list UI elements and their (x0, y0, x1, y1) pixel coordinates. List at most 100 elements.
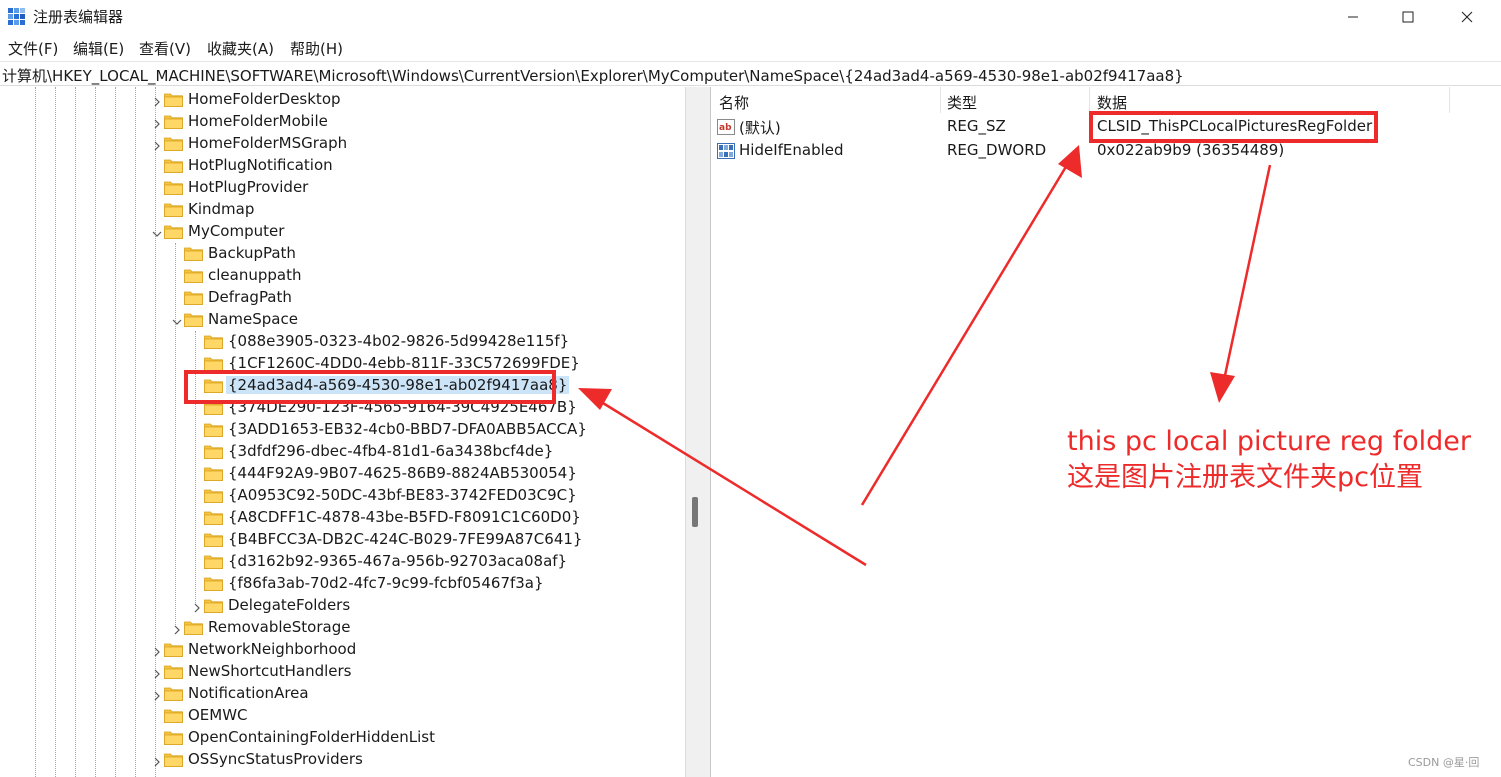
folder-icon (204, 444, 223, 459)
menu-file[interactable]: 文件(F) (8, 38, 58, 59)
tree-item-label: HotPlugNotification (188, 156, 333, 174)
value-name: HideIfEnabled (739, 141, 844, 159)
tree-item-label: RemovableStorage (208, 618, 351, 636)
tree-item-label: {3ADD1653-EB32-4cb0-BBD7-DFA0ABB5ACCA} (228, 420, 587, 438)
tree-guide-line (75, 87, 76, 777)
tree-item-label: OpenContainingFolderHiddenList (188, 728, 435, 746)
tree-guide-line (195, 331, 196, 605)
folder-icon (204, 554, 223, 569)
tree-item-label: Kindmap (188, 200, 255, 218)
annotation-line-2: 这是图片注册表文件夹pc位置 (1067, 462, 1423, 493)
folder-icon (184, 290, 203, 305)
tree-item-label: {f86fa3ab-70d2-4fc7-9c99-fcbf05467f3a} (228, 574, 544, 592)
column-divider[interactable] (1449, 87, 1450, 113)
folder-icon (184, 268, 203, 283)
tree-item-label: OSSyncStatusProviders (188, 750, 363, 768)
window-title: 注册表编辑器 (33, 8, 124, 26)
folder-icon (164, 708, 183, 723)
folder-icon (164, 730, 183, 745)
folder-icon (204, 510, 223, 525)
column-divider[interactable] (940, 87, 941, 113)
tree-item-label: {A0953C92-50DC-43bf-BE83-3742FED03C9C} (228, 486, 577, 504)
folder-icon (204, 400, 223, 415)
folder-icon (164, 686, 183, 701)
folder-icon (164, 202, 183, 217)
tree-item-label: DefragPath (208, 288, 292, 306)
title-bar: 注册表编辑器 (0, 0, 1501, 34)
registry-tree[interactable]: HomeFolderDesktop HomeFolderMobile HomeFol… (0, 87, 685, 777)
tree-item-label: {d3162b92-9365-467a-956b-92703aca08af} (228, 552, 568, 570)
tree-item-label: DelegateFolders (228, 596, 351, 614)
chevron-right-icon[interactable] (152, 688, 162, 701)
tree-item-label: {088e3905-0323-4b02-9826-5d99428e115f} (228, 332, 570, 350)
menu-bar: 文件(F) 编辑(E) 查看(V) 收藏夹(A) 帮助(H) (0, 36, 1501, 60)
annotation-note: this pc local picture reg folder 这是图片注册表… (1067, 424, 1471, 496)
tree-guide-line (95, 87, 96, 777)
value-row[interactable]: ab (默认) REG_SZ CLSID_ThisPCLocalPictures… (711, 115, 1471, 139)
menu-favorites[interactable]: 收藏夹(A) (207, 38, 274, 59)
chevron-down-icon[interactable] (152, 226, 162, 238)
folder-icon (184, 620, 203, 635)
chevron-right-icon[interactable] (172, 622, 182, 635)
chevron-right-icon[interactable] (152, 138, 162, 151)
address-path[interactable]: 计算机\HKEY_LOCAL_MACHINE\SOFTWARE\Microsof… (2, 65, 1184, 86)
string-value-icon: ab (717, 119, 735, 135)
folder-icon (204, 422, 223, 437)
folder-icon (204, 466, 223, 481)
folder-icon (164, 642, 183, 657)
menu-edit[interactable]: 编辑(E) (73, 38, 124, 59)
value-row[interactable]: HideIfEnabled REG_DWORD 0x022ab9b9 (3635… (711, 139, 1471, 163)
tree-guide-line (115, 87, 116, 777)
column-header-name[interactable]: 名称 (719, 92, 749, 113)
chevron-right-icon[interactable] (152, 666, 162, 679)
folder-icon (164, 180, 183, 195)
close-icon (1461, 11, 1473, 23)
tree-scrollbar-thumb[interactable] (692, 497, 698, 527)
folder-icon (184, 312, 203, 327)
tree-item-label: NotificationArea (188, 684, 309, 702)
value-type: REG_SZ (947, 117, 1006, 135)
minimize-button[interactable] (1330, 0, 1376, 34)
chevron-right-icon[interactable] (152, 644, 162, 657)
value-name: (默认) (739, 119, 781, 137)
tree-guide-line (55, 87, 56, 777)
folder-icon (204, 378, 223, 393)
menu-help[interactable]: 帮助(H) (290, 38, 343, 59)
folder-icon (204, 488, 223, 503)
chevron-right-icon[interactable] (152, 754, 162, 767)
value-type: REG_DWORD (947, 141, 1047, 159)
tree-item-label: HomeFolderMSGraph (188, 134, 348, 152)
chevron-right-icon[interactable] (152, 94, 162, 107)
pane-splitter[interactable] (685, 87, 711, 777)
tree-item-label: OEMWC (188, 706, 248, 724)
tree-guide-line (135, 87, 136, 777)
folder-icon (164, 664, 183, 679)
annotation-line-1: this pc local picture reg folder (1067, 426, 1472, 457)
tree-item-label: {B4BFCC3A-DB2C-424C-B029-7FE99A87C641} (228, 530, 583, 548)
folder-icon (184, 246, 203, 261)
tree-item-label: HomeFolderDesktop (188, 90, 341, 108)
column-header-data[interactable]: 数据 (1097, 92, 1127, 113)
chevron-down-icon[interactable] (172, 314, 182, 326)
close-button[interactable] (1444, 0, 1490, 34)
folder-icon (204, 598, 223, 613)
folder-icon (204, 532, 223, 547)
menu-view[interactable]: 查看(V) (139, 38, 191, 59)
folder-icon (164, 114, 183, 129)
column-divider[interactable] (1089, 87, 1090, 113)
column-header-type[interactable]: 类型 (947, 92, 977, 113)
tree-item-label: {24ad3ad4-a569-4530-98e1-ab02f9417aa8} (226, 376, 570, 394)
svg-text:ab: ab (719, 123, 732, 133)
chevron-right-icon[interactable] (192, 600, 202, 613)
chevron-right-icon[interactable] (152, 116, 162, 129)
folder-icon (164, 158, 183, 173)
tree-item-label: {444F92A9-9B07-4625-86B9-8824AB530054} (228, 464, 577, 482)
address-bar[interactable]: 计算机\HKEY_LOCAL_MACHINE\SOFTWARE\Microsof… (0, 61, 1501, 86)
maximize-button[interactable] (1385, 0, 1431, 34)
tree-item-label: NameSpace (208, 310, 298, 328)
tree-item-label: cleanuppath (208, 266, 302, 284)
tree-item-label: HotPlugProvider (188, 178, 309, 196)
regedit-app-icon (8, 8, 25, 25)
folder-icon (204, 356, 223, 371)
tree-guide-line (35, 87, 36, 777)
